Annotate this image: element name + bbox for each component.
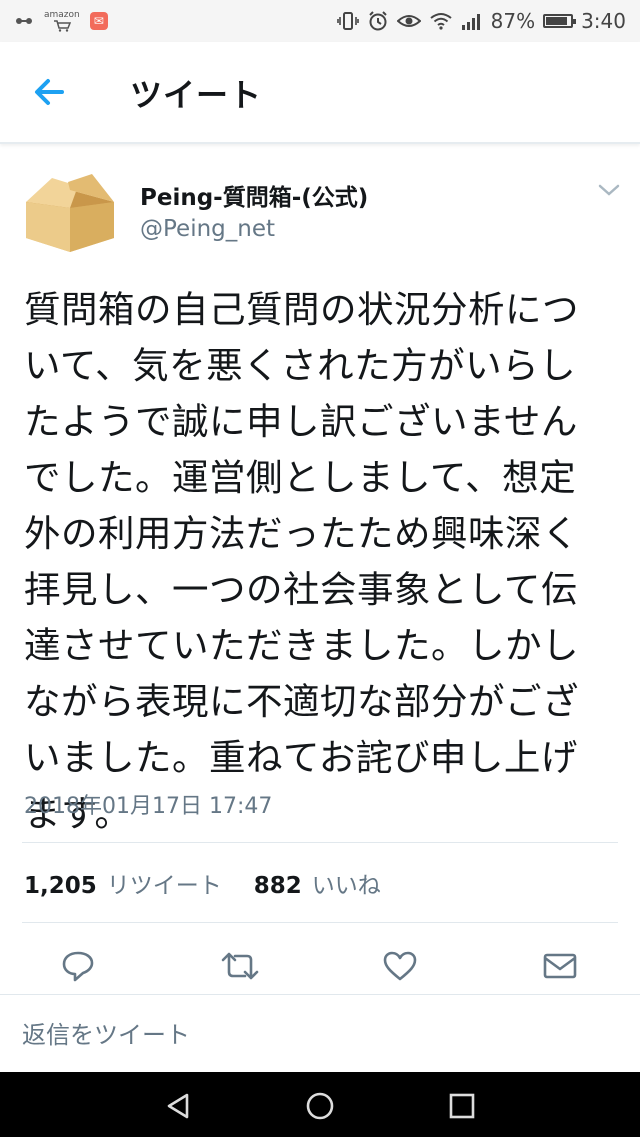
wifi-icon: [429, 12, 453, 30]
alarm-icon: [367, 10, 389, 32]
author-name[interactable]: Peing-質問箱-(公式): [140, 178, 368, 212]
back-arrow-icon: [35, 79, 64, 105]
divider: [22, 922, 618, 923]
tweet-stats: 1,205 リツイート 882 いいね: [24, 866, 403, 900]
signal-icon: [461, 12, 483, 30]
heart-icon: [383, 951, 417, 981]
nav-recents-button[interactable]: [442, 1086, 482, 1126]
square-recents-icon: [449, 1093, 475, 1119]
avatar[interactable]: [22, 168, 118, 254]
battery-percent: 87%: [490, 9, 536, 33]
author-handle[interactable]: @Peing_net: [140, 216, 275, 242]
vibrate-icon: [336, 11, 359, 31]
retweet-label[interactable]: リツイート: [107, 866, 222, 900]
nav-back-button[interactable]: [158, 1086, 198, 1126]
reply-button[interactable]: [56, 944, 100, 988]
chevron-down-icon: [598, 184, 620, 196]
amazon-cart-icon: amazon: [44, 9, 80, 32]
retweet-button[interactable]: [218, 944, 262, 988]
divider: [22, 842, 618, 843]
like-count[interactable]: 882: [254, 873, 302, 899]
eye-comfort-icon: [396, 12, 421, 30]
direct-message-button[interactable]: [538, 944, 582, 988]
page-title: ツイート: [130, 76, 263, 114]
reply-icon: [62, 951, 94, 982]
battery-icon: [543, 14, 577, 28]
system-navigation-bar: [0, 1072, 640, 1137]
link-icon: [14, 16, 34, 26]
status-bar-right: 87% 3:40: [336, 9, 640, 33]
cardboard-box-icon: [26, 174, 114, 252]
more-options-button[interactable]: [596, 180, 622, 200]
reply-input[interactable]: 返信をツイート: [22, 1015, 190, 1050]
like-label[interactable]: いいね: [312, 866, 381, 900]
like-button[interactable]: [378, 944, 422, 988]
tweet-action-bar: [0, 940, 640, 996]
tweet-text: 質問箱の自己質問の状況分析につ いて、気を悪くされた方がいらし たようで誠に申し…: [24, 288, 579, 835]
mail-notification-icon: ✉: [89, 12, 108, 30]
reply-bar: 返信をツイート: [0, 994, 640, 1073]
retweet-icon: [221, 952, 259, 980]
tweet-timestamp: 2018年01月17日 17:47: [24, 794, 273, 819]
amazon-label: amazon: [44, 9, 80, 20]
status-bar-left: amazon ✉: [0, 9, 108, 32]
envelope-icon: [543, 953, 577, 979]
app-header: ツイート: [0, 42, 640, 144]
circle-home-icon: [306, 1092, 334, 1120]
nav-home-button[interactable]: [300, 1086, 340, 1126]
triangle-back-icon: [167, 1093, 189, 1119]
status-bar: amazon ✉ 87% 3:40: [0, 0, 640, 42]
retweet-count[interactable]: 1,205: [24, 873, 97, 899]
battery-fill: [546, 17, 567, 25]
clock: 3:40: [581, 9, 626, 33]
back-button[interactable]: [28, 74, 72, 110]
